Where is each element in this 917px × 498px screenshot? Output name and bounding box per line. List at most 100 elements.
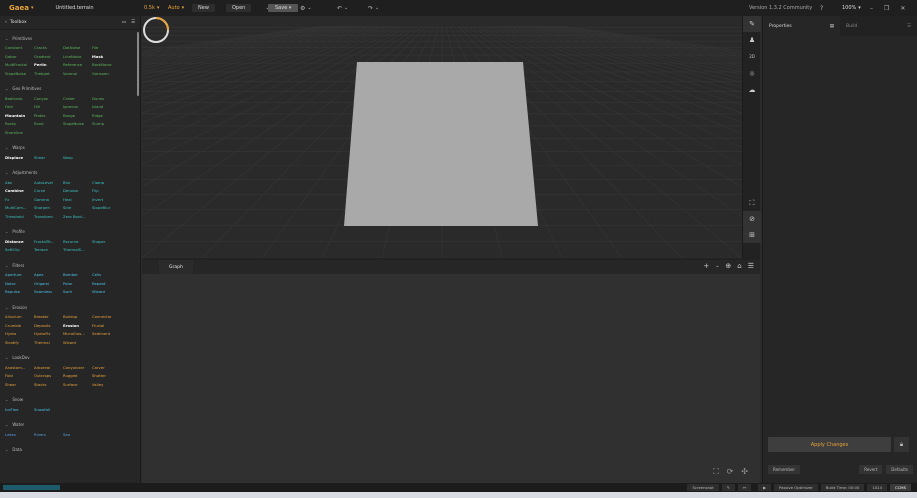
toolbox-node[interactable]: MultiCom... — [5, 204, 34, 211]
toolbox-node[interactable]: Seamless — [34, 288, 63, 295]
toolbox-node[interactable]: Badlands — [5, 95, 34, 102]
toolbox-node[interactable]: Rivers — [34, 431, 63, 438]
home-icon[interactable]: ⌂ — [737, 262, 741, 270]
toolbox-node[interactable]: Combine — [5, 187, 34, 194]
toolbox-node[interactable]: Surface — [63, 381, 92, 388]
toolbox-node[interactable]: Slump — [92, 120, 121, 127]
toolbox-node[interactable]: Cracks — [34, 44, 63, 51]
undo-icon[interactable]: ↶ — [337, 5, 342, 12]
fit-icon[interactable]: ⛶ — [713, 467, 719, 477]
toolbox-node[interactable]: Anastom... — [5, 364, 34, 371]
toolbox-node[interactable]: Sediment — [92, 330, 121, 337]
toolbox-node[interactable]: Apex — [34, 271, 63, 278]
toolbox-node[interactable]: SlopeNoise — [5, 70, 34, 77]
grid-icon[interactable]: ⊞ — [743, 227, 761, 243]
toolbox-node[interactable]: Aperture — [5, 271, 34, 278]
toolbox-node[interactable]: Sharpen — [34, 204, 63, 211]
toolbox-node[interactable]: Canyon — [34, 95, 63, 102]
toolbox-node[interactable]: SoftClip — [5, 246, 34, 253]
toolbox-node[interactable]: Gamma — [34, 196, 63, 203]
toolbox-node[interactable]: Island — [92, 103, 121, 110]
layout-icon[interactable]: ▭ — [122, 20, 126, 25]
toolbox-node[interactable]: Terrace — [34, 246, 63, 253]
toolbox-node[interactable]: MultiFractal — [5, 61, 34, 68]
toolbox-node[interactable]: Fx — [5, 196, 34, 203]
open-button[interactable]: Open — [226, 4, 252, 12]
person-icon[interactable]: ♟ — [743, 32, 761, 48]
toolbox-node[interactable]: Sine — [63, 204, 92, 211]
screenshot-button[interactable]: Screenshot — [687, 484, 719, 491]
refresh-icon[interactable]: ⟳ — [727, 467, 734, 477]
toolbox-node[interactable]: Displace — [5, 154, 34, 161]
color-mode-label[interactable]: CCMS — [890, 484, 911, 491]
toolbox-node[interactable]: Gradient — [34, 53, 63, 60]
terrain-plane[interactable] — [344, 62, 538, 226]
toolbox-node[interactable]: Flip — [92, 187, 121, 194]
zoom-dropdown[interactable]: 100% ▾ — [842, 4, 861, 12]
toolbox-node[interactable]: Stratify — [5, 339, 34, 346]
toolbox-node[interactable]: Bomber — [63, 271, 92, 278]
minimize-icon[interactable]: – — [870, 5, 873, 12]
toolbox-node[interactable]: Fluvial — [92, 322, 121, 329]
chevron-down-icon[interactable]: ⌄ — [715, 263, 719, 269]
toolbox-node[interactable]: Threshold — [5, 213, 34, 220]
toolbox-node[interactable]: Ridge — [92, 112, 121, 119]
toolbox-node[interactable]: Invert — [92, 196, 121, 203]
toolbox-node[interactable]: Arboreal — [34, 364, 63, 371]
toolbox-node[interactable]: Sea — [63, 431, 92, 438]
toolbox-node[interactable]: ThermalS... — [63, 246, 92, 253]
toolbox-node[interactable]: Mountain — [5, 112, 34, 119]
toolbox-node[interactable]: Shear — [5, 381, 34, 388]
category-header[interactable]: ⌄ Data — [5, 444, 135, 456]
toolbox-node[interactable]: Stacks — [34, 381, 63, 388]
frame-icon[interactable]: ⛶ — [743, 195, 761, 211]
toolbox-node[interactable]: Snowfall — [34, 406, 63, 413]
toolbox-node[interactable]: Dunes — [92, 95, 121, 102]
category-header[interactable]: ⌄ Warps — [5, 142, 135, 154]
toolbox-node[interactable]: Transform — [34, 213, 63, 220]
category-header[interactable]: ⌄ Erosion — [5, 301, 135, 313]
toolbox-node[interactable]: Canyonizer — [63, 364, 92, 371]
graph-panel[interactable]: Graph + ⌄ ⊕ ⌂ ☰ ⛶ ⟳ ✣ — [142, 258, 760, 483]
resolution-label[interactable]: 1024 — [867, 484, 887, 491]
arrange-icon[interactable]: ✣ — [741, 467, 748, 477]
toolbox-node[interactable]: Constant — [5, 44, 34, 51]
toolbox-node[interactable]: Polar — [63, 280, 92, 287]
toolbox-node[interactable]: AutoLevel — [34, 179, 63, 186]
category-header[interactable]: ⌄ Snow — [5, 394, 135, 406]
3d-viewport[interactable] — [142, 16, 742, 258]
toolbox-node[interactable]: Shatter — [92, 372, 121, 379]
toolbox-node[interactable]: Carver — [92, 364, 121, 371]
menu-icon[interactable]: ☰ — [748, 262, 754, 270]
no-entry-icon[interactable]: ⊘ — [743, 211, 761, 227]
toolbox-node[interactable]: Gabor — [5, 53, 34, 60]
toolbox-node[interactable]: SlopeBlur — [92, 204, 121, 211]
apply-changes-button[interactable]: Apply Changes — [768, 437, 891, 452]
lock-icon[interactable]: 🔒︎ — [894, 437, 909, 452]
toolbox-node[interactable]: Fold — [5, 372, 34, 379]
toolbox-node[interactable]: Warp — [63, 154, 92, 161]
toolbox-node[interactable]: MicroEros... — [63, 330, 92, 337]
toolbox-node[interactable]: Sand — [34, 120, 63, 127]
toolbox-node[interactable]: Denoise — [63, 187, 92, 194]
toolbox-node[interactable]: Repeat — [92, 280, 121, 287]
toolbox-node[interactable]: Noise — [5, 280, 34, 287]
toolbox-node[interactable]: Abs — [5, 179, 34, 186]
toolbox-node[interactable]: Hill — [34, 103, 63, 110]
category-header[interactable]: ⌄ Water — [5, 419, 135, 431]
defaults-button[interactable]: Defaults — [886, 464, 913, 474]
toolbox-node[interactable]: Gensoen — [92, 70, 121, 77]
toolbox-node[interactable]: IceFloe — [5, 406, 34, 413]
toolbox-node[interactable]: LineNoise — [63, 53, 92, 60]
toolbox-node[interactable]: Lakes — [5, 431, 34, 438]
remember-button[interactable]: Remember — [768, 464, 800, 474]
toolbox-node[interactable]: Blur — [63, 179, 92, 186]
toolbox-node[interactable]: Alluvium — [5, 313, 34, 320]
help-icon[interactable]: ? — [820, 5, 823, 12]
toolbox-node[interactable]: Repulse — [5, 288, 34, 295]
toolbox-node[interactable]: Heal — [63, 196, 92, 203]
toolbox-node[interactable]: Breaker — [34, 313, 63, 320]
redo-icon[interactable]: ↷ — [368, 5, 373, 12]
toolbox-node[interactable]: Buildup — [63, 313, 92, 320]
toolbox-node[interactable]: Curve — [34, 187, 63, 194]
